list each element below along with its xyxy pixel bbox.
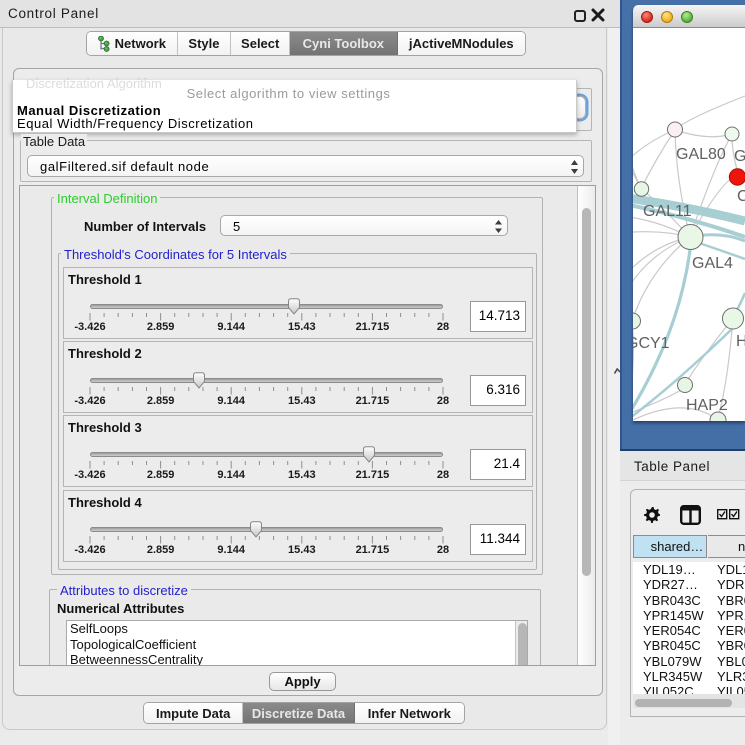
- svg-text:GAL80: GAL80: [676, 146, 726, 163]
- svg-text:C: C: [737, 188, 745, 205]
- svg-text:HAP2: HAP2: [686, 397, 728, 414]
- svg-text:H: H: [736, 333, 745, 350]
- svg-text:GA: GA: [734, 148, 745, 165]
- svg-text:GAL11: GAL11: [643, 203, 692, 220]
- svg-text:GCY1: GCY1: [633, 335, 670, 352]
- svg-text:GAL4: GAL4: [692, 255, 733, 272]
